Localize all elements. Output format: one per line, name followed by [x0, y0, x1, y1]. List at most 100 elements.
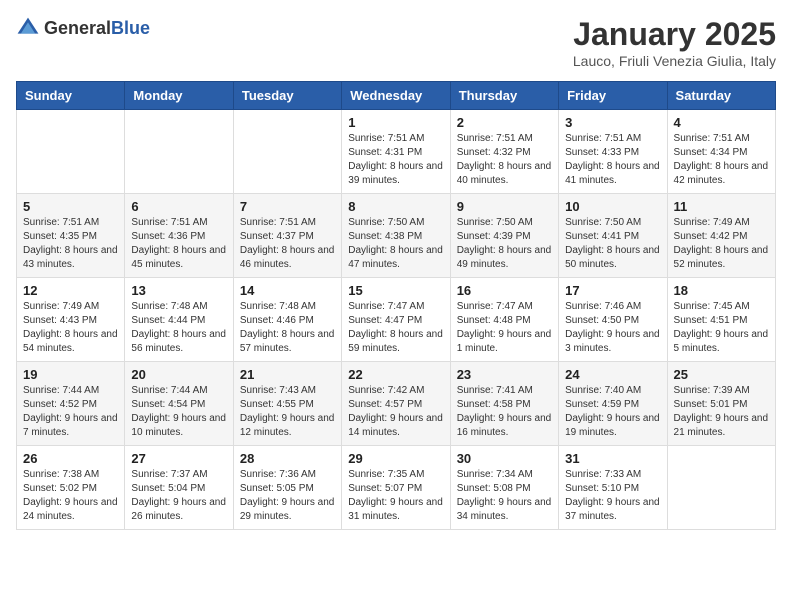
day-info: Sunrise: 7:51 AM Sunset: 4:35 PM Dayligh…: [23, 216, 118, 272]
weekday-monday: Monday: [125, 82, 233, 110]
day-info: Sunrise: 7:51 AM Sunset: 4:37 PM Dayligh…: [240, 216, 335, 272]
week-row-3: 12 Sunrise: 7:49 AM Sunset: 4:43 PM Dayli…: [17, 278, 776, 362]
day-cell: 15 Sunrise: 7:47 AM Sunset: 4:47 PM Dayli…: [342, 278, 450, 362]
day-number: 15: [348, 283, 443, 298]
day-info: Sunrise: 7:42 AM Sunset: 4:57 PM Dayligh…: [348, 384, 443, 440]
weekday-tuesday: Tuesday: [233, 82, 341, 110]
day-info: Sunrise: 7:50 AM Sunset: 4:38 PM Dayligh…: [348, 216, 443, 272]
day-cell: [667, 446, 775, 530]
day-cell: 22 Sunrise: 7:42 AM Sunset: 4:57 PM Dayli…: [342, 362, 450, 446]
logo-general: General: [44, 18, 111, 38]
day-info: Sunrise: 7:47 AM Sunset: 4:48 PM Dayligh…: [457, 300, 552, 356]
day-cell: [125, 110, 233, 194]
day-cell: 23 Sunrise: 7:41 AM Sunset: 4:58 PM Dayli…: [450, 362, 558, 446]
day-number: 31: [565, 451, 660, 466]
day-info: Sunrise: 7:40 AM Sunset: 4:59 PM Dayligh…: [565, 384, 660, 440]
day-info: Sunrise: 7:34 AM Sunset: 5:08 PM Dayligh…: [457, 468, 552, 524]
day-cell: 10Sunrise: 7:50 AM Sunset: 4:41 PM Dayli…: [559, 194, 667, 278]
week-row-1: 1 Sunrise: 7:51 AM Sunset: 4:31 PM Daylig…: [17, 110, 776, 194]
day-number: 3: [565, 115, 660, 130]
day-number: 8: [348, 199, 443, 214]
title-block: January 2025 Lauco, Friuli Venezia Giuli…: [573, 16, 776, 69]
day-cell: 29Sunrise: 7:35 AM Sunset: 5:07 PM Dayli…: [342, 446, 450, 530]
day-number: 23: [457, 367, 552, 382]
day-cell: 2 Sunrise: 7:51 AM Sunset: 4:32 PM Daylig…: [450, 110, 558, 194]
day-info: Sunrise: 7:44 AM Sunset: 4:52 PM Dayligh…: [23, 384, 118, 440]
day-number: 21: [240, 367, 335, 382]
day-cell: 3 Sunrise: 7:51 AM Sunset: 4:33 PM Daylig…: [559, 110, 667, 194]
day-cell: 4 Sunrise: 7:51 AM Sunset: 4:34 PM Daylig…: [667, 110, 775, 194]
day-cell: 6 Sunrise: 7:51 AM Sunset: 4:36 PM Daylig…: [125, 194, 233, 278]
day-cell: 27 Sunrise: 7:37 AM Sunset: 5:04 PM Dayli…: [125, 446, 233, 530]
weekday-wednesday: Wednesday: [342, 82, 450, 110]
day-cell: 8 Sunrise: 7:50 AM Sunset: 4:38 PM Daylig…: [342, 194, 450, 278]
day-number: 1: [348, 115, 443, 130]
day-cell: [233, 110, 341, 194]
day-cell: 18 Sunrise: 7:45 AM Sunset: 4:51 PM Dayli…: [667, 278, 775, 362]
day-info: Sunrise: 7:46 AM Sunset: 4:50 PM Dayligh…: [565, 300, 660, 356]
day-number: 12: [23, 283, 118, 298]
day-info: Sunrise: 7:51 AM Sunset: 4:31 PM Dayligh…: [348, 132, 443, 188]
day-number: 30: [457, 451, 552, 466]
day-info: Sunrise: 7:50 AM Sunset: 4:39 PM Dayligh…: [457, 216, 552, 272]
day-cell: 13Sunrise: 7:48 AM Sunset: 4:44 PM Dayli…: [125, 278, 233, 362]
day-cell: 20Sunrise: 7:44 AM Sunset: 4:54 PM Dayli…: [125, 362, 233, 446]
day-info: Sunrise: 7:51 AM Sunset: 4:36 PM Dayligh…: [131, 216, 226, 272]
day-cell: 14Sunrise: 7:48 AM Sunset: 4:46 PM Dayli…: [233, 278, 341, 362]
day-info: Sunrise: 7:47 AM Sunset: 4:47 PM Dayligh…: [348, 300, 443, 356]
calendar-table: SundayMondayTuesdayWednesdayThursdayFrid…: [16, 81, 776, 530]
day-number: 28: [240, 451, 335, 466]
day-info: Sunrise: 7:45 AM Sunset: 4:51 PM Dayligh…: [674, 300, 769, 356]
day-info: Sunrise: 7:41 AM Sunset: 4:58 PM Dayligh…: [457, 384, 552, 440]
day-number: 25: [674, 367, 769, 382]
day-info: Sunrise: 7:51 AM Sunset: 4:34 PM Dayligh…: [674, 132, 769, 188]
day-number: 9: [457, 199, 552, 214]
day-cell: 28 Sunrise: 7:36 AM Sunset: 5:05 PM Dayli…: [233, 446, 341, 530]
day-number: 18: [674, 283, 769, 298]
day-number: 11: [674, 199, 769, 214]
day-info: Sunrise: 7:35 AM Sunset: 5:07 PM Dayligh…: [348, 468, 443, 524]
day-number: 27: [131, 451, 226, 466]
weekday-sunday: Sunday: [17, 82, 125, 110]
day-info: Sunrise: 7:43 AM Sunset: 4:55 PM Dayligh…: [240, 384, 335, 440]
day-info: Sunrise: 7:37 AM Sunset: 5:04 PM Dayligh…: [131, 468, 226, 524]
day-cell: 16 Sunrise: 7:47 AM Sunset: 4:48 PM Dayli…: [450, 278, 558, 362]
week-row-4: 19Sunrise: 7:44 AM Sunset: 4:52 PM Dayli…: [17, 362, 776, 446]
day-info: Sunrise: 7:51 AM Sunset: 4:33 PM Dayligh…: [565, 132, 660, 188]
day-number: 17: [565, 283, 660, 298]
day-number: 7: [240, 199, 335, 214]
day-cell: 7 Sunrise: 7:51 AM Sunset: 4:37 PM Daylig…: [233, 194, 341, 278]
day-info: Sunrise: 7:44 AM Sunset: 4:54 PM Dayligh…: [131, 384, 226, 440]
day-info: Sunrise: 7:49 AM Sunset: 4:43 PM Dayligh…: [23, 300, 118, 356]
page-header: GeneralBlue January 2025 Lauco, Friuli V…: [16, 16, 776, 69]
day-cell: 17 Sunrise: 7:46 AM Sunset: 4:50 PM Dayli…: [559, 278, 667, 362]
day-cell: 31 Sunrise: 7:33 AM Sunset: 5:10 PM Dayli…: [559, 446, 667, 530]
day-info: Sunrise: 7:39 AM Sunset: 5:01 PM Dayligh…: [674, 384, 769, 440]
day-cell: [17, 110, 125, 194]
day-cell: 25 Sunrise: 7:39 AM Sunset: 5:01 PM Dayli…: [667, 362, 775, 446]
day-cell: 5Sunrise: 7:51 AM Sunset: 4:35 PM Daylig…: [17, 194, 125, 278]
weekday-header-row: SundayMondayTuesdayWednesdayThursdayFrid…: [17, 82, 776, 110]
day-cell: 24Sunrise: 7:40 AM Sunset: 4:59 PM Dayli…: [559, 362, 667, 446]
day-info: Sunrise: 7:33 AM Sunset: 5:10 PM Dayligh…: [565, 468, 660, 524]
day-info: Sunrise: 7:51 AM Sunset: 4:32 PM Dayligh…: [457, 132, 552, 188]
day-info: Sunrise: 7:48 AM Sunset: 4:46 PM Dayligh…: [240, 300, 335, 356]
day-cell: 9 Sunrise: 7:50 AM Sunset: 4:39 PM Daylig…: [450, 194, 558, 278]
day-number: 16: [457, 283, 552, 298]
weekday-thursday: Thursday: [450, 82, 558, 110]
day-number: 22: [348, 367, 443, 382]
calendar-subtitle: Lauco, Friuli Venezia Giulia, Italy: [573, 53, 776, 69]
logo-blue: Blue: [111, 18, 150, 38]
logo: GeneralBlue: [16, 16, 150, 40]
calendar-title: January 2025: [573, 16, 776, 53]
day-number: 4: [674, 115, 769, 130]
day-cell: 30 Sunrise: 7:34 AM Sunset: 5:08 PM Dayli…: [450, 446, 558, 530]
day-info: Sunrise: 7:36 AM Sunset: 5:05 PM Dayligh…: [240, 468, 335, 524]
day-number: 2: [457, 115, 552, 130]
day-info: Sunrise: 7:50 AM Sunset: 4:41 PM Dayligh…: [565, 216, 660, 272]
day-number: 6: [131, 199, 226, 214]
day-number: 26: [23, 451, 118, 466]
day-info: Sunrise: 7:49 AM Sunset: 4:42 PM Dayligh…: [674, 216, 769, 272]
week-row-5: 26 Sunrise: 7:38 AM Sunset: 5:02 PM Dayli…: [17, 446, 776, 530]
day-info: Sunrise: 7:38 AM Sunset: 5:02 PM Dayligh…: [23, 468, 118, 524]
